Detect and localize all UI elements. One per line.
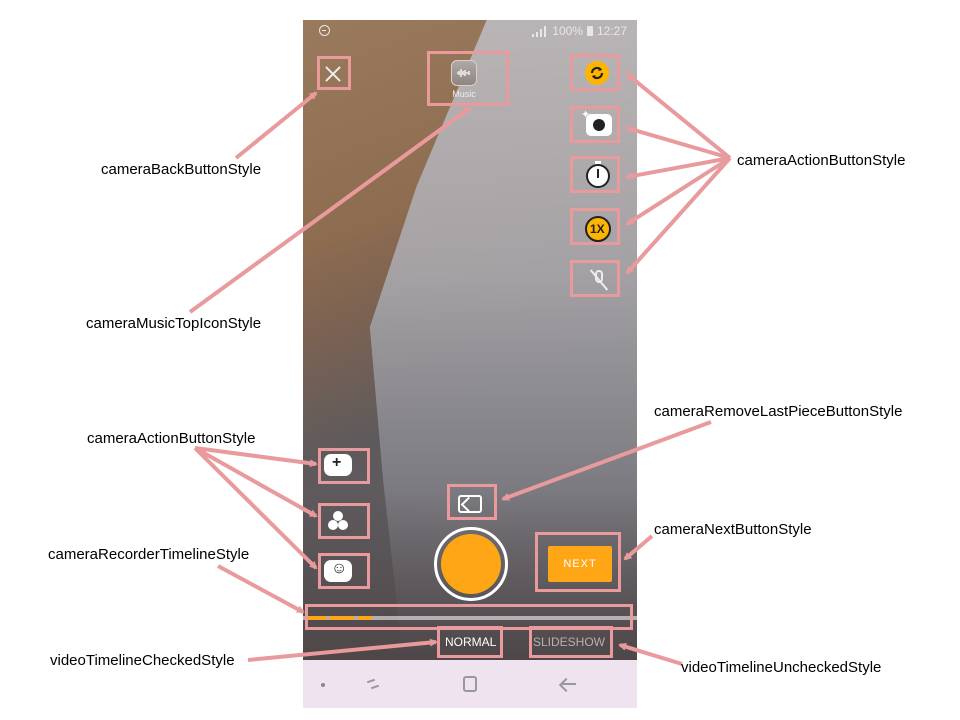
android-nav-bar	[303, 660, 637, 708]
record-button[interactable]	[434, 527, 508, 601]
battery-icon	[586, 26, 593, 36]
label-timeline-checked: videoTimelineCheckedStyle	[50, 652, 235, 669]
annotation-box-back	[317, 56, 351, 90]
annotation-box-slideshow	[529, 626, 613, 658]
label-recorder-timeline: cameraRecorderTimelineStyle	[48, 546, 250, 563]
annotation-box-swap	[570, 54, 620, 91]
recent-apps-icon[interactable]	[363, 674, 387, 694]
nav-dot-icon	[321, 683, 325, 687]
label-timeline-unchecked: videoTimelineUncheckedStyle	[681, 659, 882, 676]
label-remove-last-piece: cameraRemoveLastPieceButtonStyle	[654, 403, 903, 420]
annotation-box-masks	[318, 553, 370, 589]
annotation-box-timer	[570, 156, 620, 193]
label-next-button: cameraNextButtonStyle	[654, 521, 812, 538]
clock: 12:27	[596, 24, 627, 38]
annotation-box-remove	[447, 484, 497, 520]
annotation-box-filters	[318, 503, 370, 539]
label-action-button-right: cameraActionButtonStyle	[737, 152, 906, 169]
back-icon[interactable]	[559, 674, 579, 694]
annotation-box-music	[427, 51, 509, 106]
label-back-button: cameraBackButtonStyle	[101, 161, 262, 178]
do-not-disturb-icon	[319, 25, 330, 36]
signal-icon	[532, 25, 548, 37]
annotation-box-speed	[570, 208, 620, 245]
label-music-top-icon: cameraMusicTopIconStyle	[86, 315, 262, 332]
label-action-button-left: cameraActionButtonStyle	[87, 430, 256, 447]
annotation-box-mic	[570, 260, 620, 297]
status-bar: 100% 12:27	[303, 20, 637, 44]
annotation-box-next	[535, 532, 621, 592]
battery-percent: 100%	[552, 24, 583, 38]
annotation-box-normal	[437, 626, 503, 658]
annotation-box-beauty	[570, 106, 620, 143]
home-icon[interactable]	[463, 676, 477, 692]
annotation-box-fx	[318, 448, 370, 484]
